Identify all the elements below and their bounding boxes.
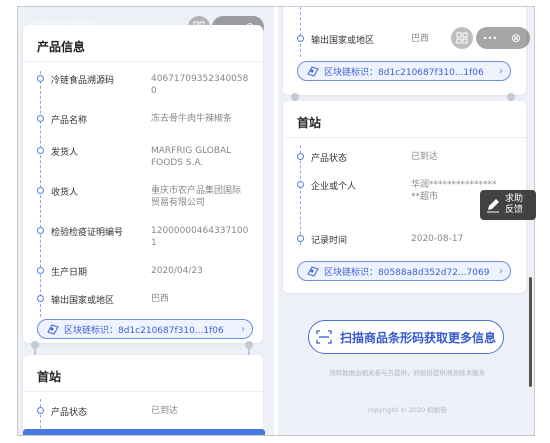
blockchain-id-label: 区块链标识：8d1c210687f310...1f06 [324, 67, 484, 78]
card-title-first-station: 首站 [37, 370, 62, 384]
row-label-origin-country: 输出国家或地区 [311, 36, 375, 46]
row-label-production-date: 生产日期 [51, 268, 88, 278]
row-value-origin-country: 巴西 [151, 294, 170, 304]
timeline-dot [37, 407, 44, 414]
help-feedback-button[interactable]: 求助 反馈 [480, 190, 536, 220]
timeline-dot [37, 227, 44, 234]
divider [23, 391, 263, 392]
blockchain-id-pill[interactable]: 区块链标识：8d1c210687f310...1f06 › [37, 319, 253, 339]
blockchain-icon [47, 324, 59, 335]
screenshot-frame: 冷链食品溯源 ••• ⊗ 产品信息 冷链食品溯源码 40671709352340… [17, 6, 535, 436]
row-value-product-status: 已到达 [151, 406, 179, 416]
bottom-action-bar[interactable] [23, 429, 265, 435]
close-icon[interactable]: ⊗ [504, 27, 528, 49]
row-label-shipper: 发货人 [51, 148, 79, 158]
divider [283, 137, 526, 138]
row-value-product-name: 冻去骨牛肉牛辣椒条 [151, 114, 233, 124]
right-panel: 输出国家或地区 巴西 区块链标识：8d1c210687f310...1f06 ›… [278, 7, 534, 435]
blockchain-id-pill[interactable]: 区块链标识：8d1c210687f310...1f06 › [297, 61, 511, 81]
timeline-line [40, 71, 41, 317]
blockchain-id-label: 区块链标识：8d1c210687f310...1f06 [64, 325, 224, 336]
mini-program-capsule: ••• ⊗ [476, 27, 530, 49]
copyright-text: copyright © 2020 蚂蚁链 [367, 406, 447, 414]
timeline-dot [297, 181, 304, 188]
blockchain-icon [307, 266, 319, 277]
left-panel: 冷链食品溯源 ••• ⊗ 产品信息 冷链食品溯源码 40671709352340… [18, 7, 274, 435]
card-title-first-station: 首站 [297, 116, 322, 130]
timeline-dot [37, 115, 44, 122]
row-value-certificate-no: 120000004643371001 [151, 226, 249, 248]
edit-icon [487, 199, 499, 213]
timeline-dot [37, 187, 44, 194]
scan-icon [456, 32, 468, 44]
row-value-product-status: 已到达 [411, 152, 439, 162]
row-value-origin-country: 巴西 [411, 34, 430, 44]
timeline-dot [37, 147, 44, 154]
row-label-trace-code: 冷链食品溯源码 [51, 76, 115, 86]
row-label-certificate-no: 检验检疫证明编号 [51, 228, 124, 238]
divider [23, 61, 263, 62]
scan-barcode-label: 扫描商品条形码获取更多信息 [339, 330, 496, 345]
row-label-consignee: 收货人 [51, 188, 79, 198]
blockchain-id-pill[interactable]: 区块链标识：80588a8d352d72...7069 › [297, 261, 511, 281]
row-value-production-date: 2020/04/23 [151, 266, 203, 276]
row-label-product-status: 产品状态 [51, 408, 88, 418]
blockchain-id-label: 区块链标识：80588a8d352d72...7069 [324, 267, 490, 278]
timeline-line [300, 7, 301, 57]
timeline-dot [37, 267, 44, 274]
blockchain-icon [307, 66, 319, 77]
row-label-origin-country: 输出国家或地区 [51, 296, 115, 306]
card-connector-dot [291, 93, 299, 101]
timeline-dot [37, 75, 44, 82]
row-label-enterprise: 企业或个人 [311, 182, 357, 192]
card-connector-dot [507, 93, 515, 101]
chevron-right-icon: › [499, 265, 503, 277]
more-icon[interactable]: ••• [476, 27, 504, 49]
scan-barcode-button[interactable]: 扫描商品条形码获取更多信息 [308, 320, 504, 354]
row-value-record-time: 2020-08-17 [411, 234, 464, 244]
product-info-card-partial: 输出国家或地区 巴西 区块链标识：8d1c210687f310...1f06 › [283, 7, 526, 95]
timeline-dot [297, 35, 304, 42]
timeline-dot [297, 235, 304, 242]
feedback-label-line2: 反馈 [505, 205, 524, 215]
row-value-consignee: 重庆市农产品集团国际贸易有限公司 [151, 186, 242, 208]
row-label-product-status: 产品状态 [311, 154, 348, 164]
timeline-dot [297, 153, 304, 160]
row-label-record-time: 记录时间 [311, 236, 348, 246]
product-info-card: 产品信息 冷链食品溯源码 406717093523400580 产品名称 冻去骨… [23, 25, 263, 343]
row-value-shipper: MARFRIG GLOBAL FOODS S.A. [151, 146, 232, 168]
footer-note: 流转数据由相关参与方提供，蚂蚁链提供溯源技术服务 [329, 369, 485, 377]
card-title-product-info: 产品信息 [37, 40, 86, 54]
feedback-label-line1: 求助 [505, 194, 524, 204]
timeline-dot [37, 295, 44, 302]
row-value-trace-code: 406717093523400580 [151, 74, 249, 96]
barcode-icon [316, 330, 332, 344]
chevron-right-icon: › [241, 323, 245, 335]
scrollbar[interactable] [529, 277, 532, 387]
first-station-card: 首站 产品状态 已到达 [23, 355, 263, 435]
chevron-right-icon: › [499, 65, 503, 77]
timeline-line [300, 145, 301, 245]
row-label-product-name: 产品名称 [51, 116, 88, 126]
scan-button-top[interactable] [451, 27, 473, 49]
